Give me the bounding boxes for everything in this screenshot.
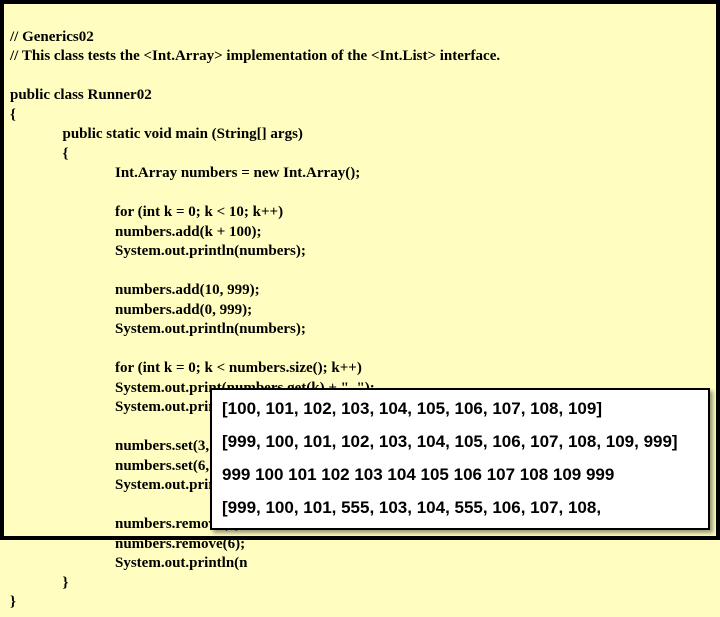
output-line: [999, 100, 101, 102, 103, 104, 105, 106,… (222, 431, 698, 454)
output-panel: [100, 101, 102, 103, 104, 105, 106, 107,… (210, 388, 710, 530)
code-line: { (10, 107, 16, 123)
code-line: numbers.add(0, 999); (115, 302, 252, 318)
output-line: 999 100 101 102 103 104 105 106 107 108 … (222, 464, 698, 487)
code-line: for (int k = 0; k < numbers.size(); k++) (115, 360, 362, 376)
code-line: // This class tests the <Int.Array> impl… (10, 48, 500, 64)
output-line: [999, 100, 101, 555, 103, 104, 555, 106,… (222, 497, 698, 520)
code-line: for (int k = 0; k < 10; k++) (115, 204, 283, 220)
code-line: System.out.println(n (115, 555, 248, 571)
output-line: [100, 101, 102, 103, 104, 105, 106, 107,… (222, 398, 698, 421)
code-line: Int.Array numbers = new Int.Array(); (115, 165, 360, 181)
code-line: public static void main (String[] args) (63, 126, 303, 142)
code-line: } (63, 575, 69, 591)
code-line: numbers.add(k + 100); (115, 224, 261, 240)
code-line: { (63, 146, 69, 162)
code-line: System.out.println(numbers); (115, 321, 306, 337)
code-line: System.out.println(numbers); (115, 243, 306, 259)
code-line: public class Runner02 (10, 87, 152, 103)
code-line: numbers.remove(6); (115, 536, 245, 552)
code-line: } (10, 594, 16, 610)
code-line: // Generics02 (10, 29, 94, 45)
code-line: numbers.add(10, 999); (115, 282, 260, 298)
